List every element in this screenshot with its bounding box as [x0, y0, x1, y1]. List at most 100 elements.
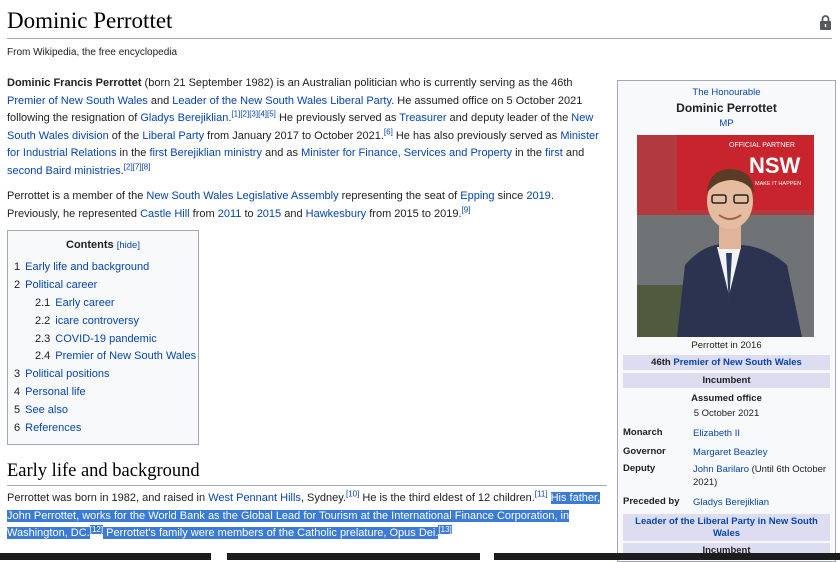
toc-link[interactable]: Early career — [55, 297, 114, 309]
toc-num: 4 — [14, 386, 21, 399]
link-treasurer[interactable]: Treasurer — [399, 112, 446, 124]
text: since — [494, 190, 527, 202]
link-first-baird[interactable]: first — [545, 147, 563, 159]
text: and deputy leader of the — [446, 112, 572, 125]
toc-num: 2.2 — [35, 314, 51, 327]
link-legislative-assembly[interactable]: New South Wales Legislative Assembly — [146, 190, 338, 202]
toc-item-personal-life[interactable]: 4 Personal life — [14, 384, 198, 402]
text: from 2015 to 2019. — [366, 207, 462, 220]
toc-item-early-life[interactable]: 1 Early life and background — [14, 259, 198, 277]
text: from January 2017 to October 2021. — [204, 129, 384, 142]
text: and — [147, 94, 173, 107]
toc-num: 2.4 — [35, 350, 51, 363]
toc-item-premier[interactable]: 2.4 Premier of New South Wales — [14, 348, 198, 366]
toc-link[interactable]: Political career — [25, 279, 97, 291]
toc-title-row: Contents [hide] — [8, 239, 198, 251]
citation[interactable]: [1][2][3][4][5] — [231, 110, 275, 119]
toc-item-political-positions[interactable]: 3 Political positions — [14, 366, 198, 384]
link-gladys-berejiklian[interactable]: Gladys Berejiklian — [140, 112, 228, 124]
title-divider — [7, 38, 832, 39]
link-hawkesbury[interactable]: Hawkesbury — [306, 208, 367, 220]
link-premier-nsw[interactable]: Premier of New South Wales — [7, 95, 148, 107]
citation[interactable]: [10] — [346, 489, 359, 498]
toc-link[interactable]: icare controversy — [55, 315, 139, 327]
toc-link[interactable]: Premier of New South Wales — [55, 350, 196, 362]
lock-icon[interactable] — [819, 15, 832, 30]
toc-hide-toggle[interactable]: [hide] — [117, 240, 140, 251]
link-office-premier[interactable]: Premier of New South Wales — [673, 357, 801, 368]
toc-num: 5 — [14, 404, 21, 417]
section-divider — [7, 485, 607, 486]
link-governor[interactable]: Margaret Beazley — [693, 446, 828, 459]
text: to — [241, 207, 257, 220]
link-2011[interactable]: 2011 — [218, 208, 242, 220]
row-label: Deputy — [623, 463, 656, 474]
link-office-liberal-leader[interactable]: Leader of the Liberal Party in New South… — [635, 516, 818, 539]
toc-item-references[interactable]: 6 References — [14, 420, 198, 438]
lead-paragraph-1: Dominic Francis Perrottet (born 21 Septe… — [7, 75, 605, 181]
lead-paragraph-2: Perrottet is a member of the New South W… — [7, 188, 605, 223]
toc-item-political-career[interactable]: 2 Political career — [14, 277, 198, 295]
link-liberal-leader[interactable]: Leader of the New South Wales Liberal Pa… — [172, 95, 391, 107]
toc-item-see-also[interactable]: 5 See also — [14, 402, 198, 420]
link-second-baird[interactable]: second Baird ministries — [7, 165, 121, 177]
subject-name: Dominic Francis Perrottet — [7, 77, 142, 89]
toc-link[interactable]: Personal life — [25, 386, 86, 398]
infobox-name: Dominic Perrottet — [676, 101, 777, 115]
text: and — [281, 207, 306, 220]
photo-caption: Perrottet in 2016 — [691, 340, 762, 351]
early-life-paragraph: Perrottet was born in 1982, and raised i… — [7, 490, 605, 543]
toc-num: 1 — [14, 261, 21, 273]
toc-item-covid[interactable]: 2.3 COVID-19 pandemic — [14, 331, 198, 349]
link-epping[interactable]: Epping — [460, 190, 494, 202]
office-header-liberal-leader: Leader of the Liberal Party in New South… — [623, 514, 830, 541]
citation[interactable]: [9] — [462, 205, 471, 214]
bottom-taskbar-strip — [0, 553, 840, 560]
infobox-honorific[interactable]: The Honourable — [618, 87, 835, 98]
citation[interactable]: [11] — [535, 489, 548, 498]
text: in the — [512, 147, 546, 160]
link-west-pennant-hills[interactable]: West Pennant Hills — [208, 492, 301, 504]
text: , Sydney. — [300, 492, 346, 504]
page-title: Dominic Perrottet — [7, 8, 173, 33]
toc-link[interactable]: See also — [25, 404, 68, 416]
photo-sign-text: MAKE IT HAPPEN — [755, 181, 801, 187]
text: and — [562, 147, 585, 160]
link-liberal-party[interactable]: Liberal Party — [142, 130, 204, 142]
link-2019[interactable]: 2019 — [526, 190, 550, 202]
toc-num: 3 — [14, 368, 21, 381]
tagline: From Wikipedia, the free encyclopedia — [7, 47, 178, 58]
toc-item-early-career[interactable]: 2.1 Early career — [14, 295, 198, 313]
citation[interactable]: [13] — [438, 524, 452, 534]
link-minister-finance[interactable]: Minister for Finance, Services and Prope… — [301, 147, 512, 159]
taskbar-gap — [480, 553, 494, 560]
portrait-photo[interactable]: OFFICIAL PARTNER NSW MAKE IT HAPPEN — [637, 135, 814, 337]
toc-link[interactable]: COVID-19 pandemic — [55, 333, 157, 345]
link-predecessor[interactable]: Gladys Berejiklian — [693, 496, 828, 509]
citation[interactable]: [2][7][8] — [124, 162, 151, 171]
link-first-berejiklian-ministry[interactable]: first Berejiklian ministry — [149, 147, 261, 159]
toc-list: 1 Early life and background 2 Political ca… — [14, 259, 198, 438]
incumbent-band[interactable]: Incumbent — [623, 373, 830, 388]
section-heading-early-life: Early life and background — [7, 461, 200, 481]
toc-num: 6 — [14, 422, 21, 435]
row-label: Governor — [623, 446, 666, 457]
text: of the — [108, 129, 143, 142]
toc-link[interactable]: Early life and background — [25, 261, 149, 273]
citation[interactable]: [6] — [384, 127, 393, 136]
row-value: John Barilaro (Until 6th October 2021) — [693, 463, 828, 489]
toc-link[interactable]: Political positions — [25, 368, 109, 380]
link-monarch[interactable]: Elizabeth II — [693, 427, 828, 440]
link-2015[interactable]: 2015 — [257, 208, 281, 220]
infobox-postnominal[interactable]: MP — [618, 118, 835, 129]
link-castle-hill[interactable]: Castle Hill — [140, 208, 190, 220]
selected-text[interactable]: Perrottet's family were members of the C… — [103, 527, 439, 540]
link-deputy[interactable]: John Barilaro — [693, 464, 749, 475]
toc-link[interactable]: References — [25, 422, 81, 434]
toc-num: 2.1 — [35, 296, 51, 309]
citation[interactable]: [12] — [89, 524, 104, 534]
toc-item-icare[interactable]: 2.2 icare controversy — [14, 313, 198, 331]
office-ordinal: 46th — [651, 357, 674, 368]
text: (born 21 September 1982) is an Australia… — [141, 77, 573, 89]
text: representing the seat of — [338, 190, 461, 202]
